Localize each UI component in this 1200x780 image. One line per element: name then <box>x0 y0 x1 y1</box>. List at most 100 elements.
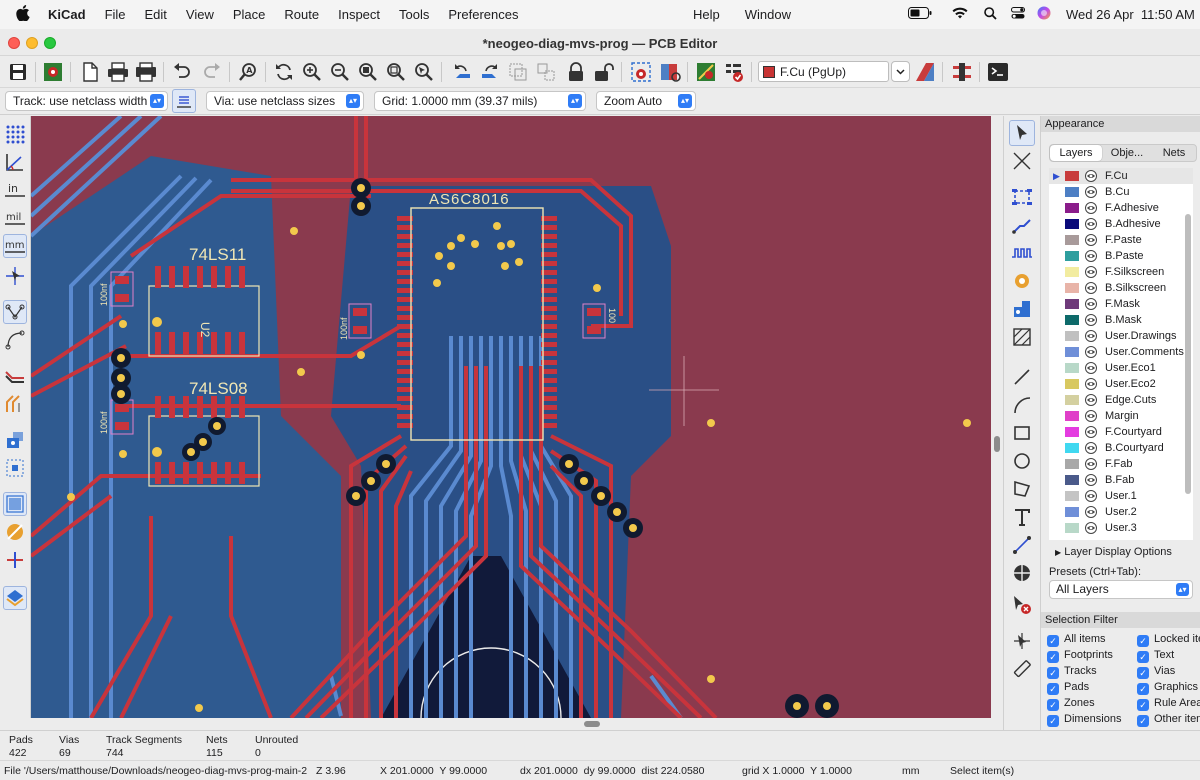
filter-tracks[interactable]: ✓ Tracks <box>1047 664 1097 680</box>
filter-text[interactable]: ✓ Text <box>1137 648 1174 664</box>
visibility-eye-icon[interactable] <box>1085 298 1097 310</box>
visibility-eye-icon[interactable] <box>1085 170 1097 182</box>
siri-icon[interactable] <box>1037 6 1051 23</box>
layer-row[interactable]: User.Eco2 <box>1049 376 1193 392</box>
filter-all-items[interactable]: ✓ All items <box>1047 632 1106 648</box>
layer-color-swatch[interactable] <box>1065 347 1079 357</box>
highlight-net-icon[interactable] <box>3 548 27 572</box>
auto-track-width-button[interactable] <box>172 89 196 113</box>
layer-row[interactable]: F.Mask <box>1049 296 1193 312</box>
menu-app-name[interactable]: KiCad <box>48 7 86 22</box>
redo-icon[interactable] <box>200 60 224 84</box>
layer-display-options-toggle[interactable]: ▶ Layer Display Options <box>1055 546 1172 558</box>
layer-row[interactable]: B.Courtyard <box>1049 440 1193 456</box>
layer-row[interactable]: B.Mask <box>1049 312 1193 328</box>
checkbox-checked-icon[interactable]: ✓ <box>1047 683 1059 695</box>
layer-color-swatch[interactable] <box>1065 235 1079 245</box>
plot-icon[interactable] <box>134 60 158 84</box>
layer-pair-icon[interactable] <box>913 60 937 84</box>
pcb-canvas[interactable]: AS6C8016 74LS11 74LS08 U2 100nf 100nf 10… <box>31 116 991 718</box>
local-ratsnest-icon[interactable] <box>1009 148 1035 174</box>
presets-select[interactable]: All Layers ▴▾ <box>1049 580 1193 599</box>
checkbox-checked-icon[interactable]: ✓ <box>1047 715 1059 727</box>
menu-edit[interactable]: Edit <box>145 7 167 22</box>
page-settings-icon[interactable] <box>78 60 102 84</box>
visibility-eye-icon[interactable] <box>1085 186 1097 198</box>
spotlight-search-icon[interactable] <box>984 6 997 23</box>
menu-inspect[interactable]: Inspect <box>338 7 380 22</box>
layer-color-swatch[interactable] <box>1065 171 1079 181</box>
checkbox-checked-icon[interactable]: ✓ <box>1137 667 1149 679</box>
track-clearance-icon[interactable] <box>3 392 27 416</box>
add-text-icon[interactable] <box>1009 504 1035 530</box>
zone-fill-toggle-icon[interactable] <box>3 520 27 544</box>
checkbox-checked-icon[interactable]: ✓ <box>1137 635 1149 647</box>
update-pcb-icon[interactable] <box>629 60 653 84</box>
visibility-eye-icon[interactable] <box>1085 202 1097 214</box>
vscroll-thumb[interactable] <box>994 436 1000 452</box>
filter-footprints[interactable]: ✓ Footprints <box>1047 648 1113 664</box>
select-tool-icon[interactable] <box>1009 120 1035 146</box>
layer-color-swatch[interactable] <box>1065 331 1079 341</box>
grid-select[interactable]: Grid: 1.0000 mm (39.37 mils) ▴▾ <box>374 91 586 111</box>
visibility-eye-icon[interactable] <box>1085 330 1097 342</box>
layer-row[interactable]: User.Drawings <box>1049 328 1193 344</box>
drc-icon[interactable] <box>722 60 746 84</box>
layer-color-swatch[interactable] <box>1065 491 1079 501</box>
layer-color-swatch[interactable] <box>1065 379 1079 389</box>
polar-coords-icon[interactable] <box>3 150 27 174</box>
filter-graphics[interactable]: ✓ Graphics <box>1137 680 1198 696</box>
layer-color-swatch[interactable] <box>1065 251 1079 261</box>
add-reference-icon[interactable] <box>1009 560 1035 586</box>
add-rule-area-icon[interactable] <box>1009 324 1035 350</box>
layer-color-swatch[interactable] <box>1065 523 1079 533</box>
add-zone-icon[interactable] <box>1009 296 1035 322</box>
draw-rectangle-icon[interactable] <box>1009 420 1035 446</box>
layer-color-swatch[interactable] <box>1065 395 1079 405</box>
layer-color-swatch[interactable] <box>1065 299 1079 309</box>
menu-window[interactable]: Window <box>745 7 791 22</box>
visibility-eye-icon[interactable] <box>1085 522 1097 534</box>
layer-row[interactable]: B.Adhesive <box>1049 216 1193 232</box>
layer-list-scrollbar[interactable] <box>1184 168 1192 540</box>
set-origin-icon[interactable] <box>1009 628 1035 654</box>
grid-toggle-icon[interactable] <box>3 122 27 146</box>
show-tracks-icon[interactable] <box>3 364 27 388</box>
zoom-fit-icon[interactable] <box>356 60 380 84</box>
checkbox-checked-icon[interactable]: ✓ <box>1137 715 1149 727</box>
show-zones-icon[interactable] <box>3 492 27 516</box>
layer-color-swatch[interactable] <box>1065 203 1079 213</box>
tab-nets[interactable]: Nets <box>1152 145 1196 161</box>
ratsnest-icon[interactable] <box>3 300 27 324</box>
menu-place[interactable]: Place <box>233 7 266 22</box>
undo-icon[interactable] <box>170 60 194 84</box>
menu-view[interactable]: View <box>186 7 214 22</box>
tab-objects[interactable]: Obje... <box>1104 145 1150 161</box>
checkbox-checked-icon[interactable]: ✓ <box>1047 651 1059 663</box>
layer-row[interactable]: F.Fab <box>1049 456 1193 472</box>
draw-line-icon[interactable] <box>1009 364 1035 390</box>
visibility-eye-icon[interactable] <box>1085 474 1097 486</box>
layer-color-swatch[interactable] <box>1065 283 1079 293</box>
layer-row[interactable]: B.Fab <box>1049 472 1193 488</box>
layer-color-swatch[interactable] <box>1065 363 1079 373</box>
lock-icon[interactable] <box>564 60 588 84</box>
layer-row[interactable]: B.Paste <box>1049 248 1193 264</box>
visibility-eye-icon[interactable] <box>1085 314 1097 326</box>
footprint-editor-icon[interactable] <box>950 60 974 84</box>
menu-route[interactable]: Route <box>284 7 319 22</box>
layer-color-swatch[interactable] <box>1065 443 1079 453</box>
layer-row[interactable]: F.Courtyard <box>1049 424 1193 440</box>
hscroll-thumb[interactable] <box>584 721 600 727</box>
fill-zones-icon[interactable] <box>658 60 682 84</box>
visibility-eye-icon[interactable] <box>1085 410 1097 422</box>
battery-icon[interactable] <box>908 7 932 22</box>
units-mm-icon[interactable]: mm <box>3 234 27 258</box>
curved-ratsnest-icon[interactable] <box>3 328 27 352</box>
layer-color-swatch[interactable] <box>1065 187 1079 197</box>
checkbox-checked-icon[interactable]: ✓ <box>1137 651 1149 663</box>
rotate-cw-icon[interactable] <box>478 60 502 84</box>
draw-circle-icon[interactable] <box>1009 448 1035 474</box>
filter-locked-items[interactable]: ✓ Locked items <box>1137 632 1200 648</box>
visibility-eye-icon[interactable] <box>1085 362 1097 374</box>
